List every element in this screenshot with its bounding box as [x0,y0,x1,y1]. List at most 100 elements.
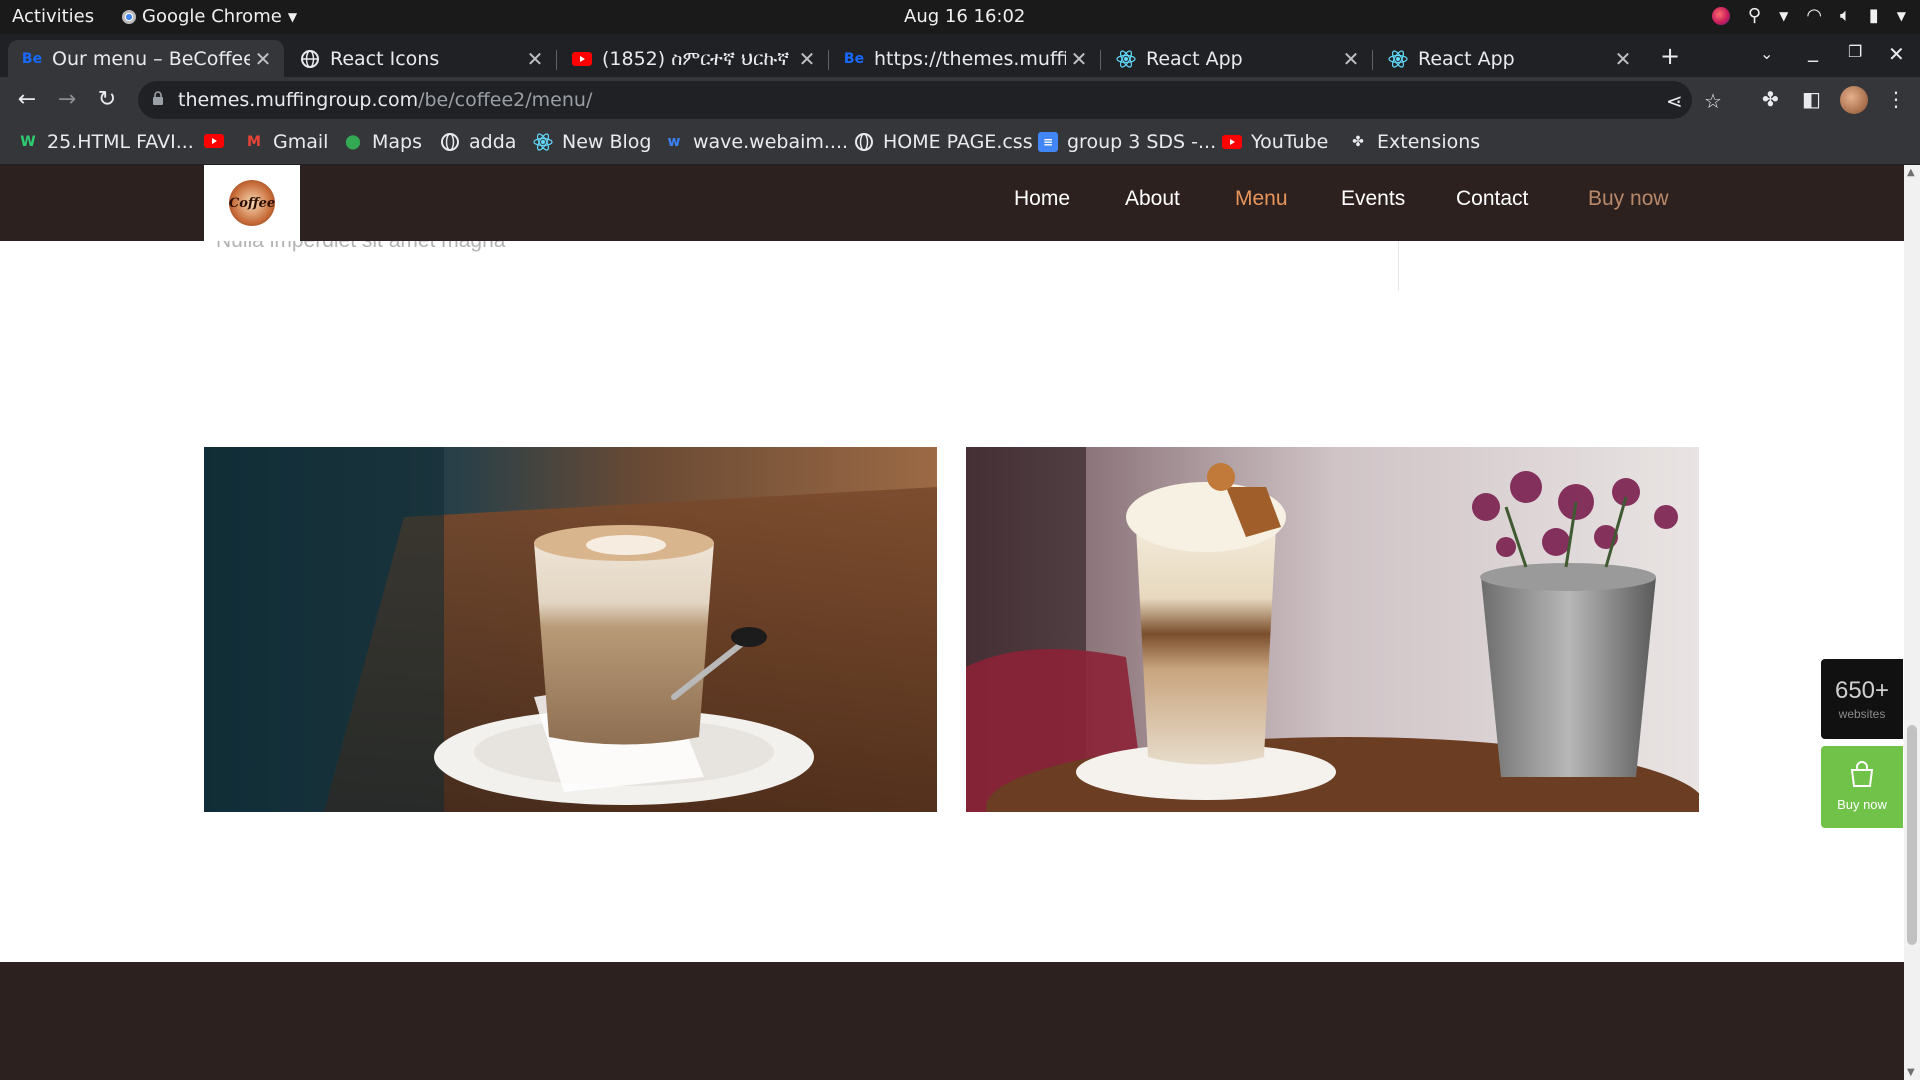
chrome-icon [122,9,136,24]
bookmark-adda[interactable]: adda [440,131,516,153]
youtube-icon [572,49,592,69]
bookmark-wave-webaim[interactable]: w wave.webaim.... [664,131,849,153]
nav-contact[interactable]: Contact [1456,187,1528,211]
tab-title: React Icons [330,47,440,70]
bookmark-label: adda [469,131,517,153]
tab-separator [1372,50,1373,70]
close-icon[interactable]: ✕ [1338,47,1364,71]
battery-icon: ▮ [1868,5,1879,26]
activities-button[interactable]: Activities [12,6,94,27]
footer-band [0,962,1904,1080]
bookmarks-bar: W 25.HTML FAVI... M Gmail ⬤ Maps adda New B… [0,123,1920,165]
forward-button[interactable]: → [52,85,82,115]
nav-about[interactable]: About [1125,187,1180,211]
tab-search-chevron-icon[interactable]: ⌄ [1760,44,1773,63]
site-header: Coffee Home About Menu Events Contact Bu… [0,165,1904,241]
websites-count-badge[interactable]: 650+ websites [1821,659,1903,739]
tab-youtube[interactable]: (1852) ስምርተኛ ህርኩኛ ✕ [558,40,828,77]
side-buy-now-button[interactable]: Buy now [1821,746,1903,828]
close-icon[interactable]: ✕ [794,47,820,71]
bookmark-home-page-css[interactable]: HOME PAGE.css [854,131,1033,153]
bookmark-extensions[interactable]: ✤ Extensions [1348,131,1480,153]
shopping-bag-icon [1850,761,1874,787]
coffee-logo-badge: Coffee [229,180,275,226]
globe-icon [854,132,874,152]
profile-avatar[interactable] [1840,86,1868,114]
minimize-button[interactable]: _ [1808,38,1818,62]
bookmark-gmail[interactable]: M Gmail [244,131,328,153]
nav-menu[interactable]: Menu [1235,187,1288,211]
maps-icon: ⬤ [345,134,361,150]
bookmark-html-favi[interactable]: W 25.HTML FAVI... [18,131,194,153]
bookmark-group-3-sds[interactable]: ≡ group 3 SDS -... [1038,131,1216,153]
websites-count: 650+ [1834,677,1890,704]
youtube-icon [1222,132,1242,152]
page-scrollbar[interactable]: ▲ ▼ [1904,165,1920,1080]
nav-buy-now[interactable]: Buy now [1588,187,1669,211]
tab-title: React App [1418,47,1515,70]
url-path: /be/coffee2/menu/ [418,89,593,111]
globe-icon [440,132,460,152]
address-bar[interactable]: themes.muffingroup.com/be/coffee2/menu/ … [138,81,1722,119]
bookmark-label: HOME PAGE.css [883,131,1033,153]
nav-events[interactable]: Events [1341,187,1405,211]
side-panel-icon[interactable]: ◧ [1802,87,1821,111]
bookmark-youtube-shortcut[interactable] [204,131,224,151]
bookmark-label: group 3 SDS -... [1067,131,1217,153]
os-top-bar: Activities Google Chrome ▼ Aug 16 16:02 … [0,0,1920,34]
volume-icon: 🔈︎ [1840,5,1851,26]
close-window-button[interactable]: ✕ [1888,42,1905,66]
bookmark-label: YouTube [1251,131,1329,153]
scrollbar-thumb[interactable] [1907,725,1917,945]
share-icon[interactable]: ⋖ [1666,89,1683,113]
bookmark-label: Maps [372,131,422,153]
layered-coffee-photo [966,447,1699,812]
tab-react-icons[interactable]: React Icons ✕ [286,40,556,77]
accessibility-icon: ⚲ [1747,5,1762,26]
app-menu-label: Google Chrome [142,6,282,27]
tab-becoffee[interactable]: Be Our menu – BeCoffee ✕ [8,40,284,77]
wifi-icon: ◠ [1806,5,1823,26]
react-icon [533,132,553,152]
scroll-up-arrow-icon[interactable]: ▲ [1907,167,1915,178]
scroll-down-arrow-icon[interactable]: ▼ [1907,1067,1915,1078]
tab-separator [1100,50,1101,70]
new-tab-button[interactable]: + [1660,42,1680,70]
side-buy-label: Buy now [1837,797,1887,812]
bookmark-new-blog[interactable]: New Blog [533,131,651,153]
page-viewport: Coffee Home About Menu Events Contact Bu… [0,165,1904,1080]
close-icon[interactable]: ✕ [1610,47,1636,71]
websites-label: websites [1838,707,1886,721]
gmail-icon: M [247,134,261,150]
tab-title: Our menu – BeCoffee [52,47,250,70]
restore-button[interactable]: ❐ [1848,42,1862,61]
react-icon [1388,49,1408,69]
close-icon[interactable]: ✕ [1066,47,1092,71]
extensions-puzzle-icon[interactable]: ✤ [1762,87,1779,111]
reload-button[interactable]: ↻ [92,85,122,115]
tab-title: https://themes.muffin [874,47,1066,70]
tab-themes-muffin[interactable]: Be https://themes.muffin ✕ [830,40,1100,77]
back-button[interactable]: ← [12,85,42,115]
bookmark-maps[interactable]: ⬤ Maps [343,131,422,153]
bookmark-star-icon[interactable]: ☆ [1704,89,1722,113]
more-menu-icon[interactable]: ⋮ [1886,87,1906,111]
latte-photo [204,447,937,812]
bookmark-youtube[interactable]: YouTube [1222,131,1328,153]
column-divider [1398,241,1399,291]
tab-react-app-2[interactable]: React App ✕ [1374,40,1644,77]
chevron-down-icon: ▼ [1779,8,1789,23]
tab-separator [828,50,829,70]
close-icon[interactable]: ✕ [522,47,548,71]
globe-icon [300,49,320,69]
w-icon: W [20,134,36,150]
bookmark-label: Gmail [273,131,329,153]
tab-react-app-1[interactable]: React App ✕ [1102,40,1372,77]
bookmark-label: 25.HTML FAVI... [47,131,194,153]
nav-home[interactable]: Home [1014,187,1070,211]
site-logo[interactable]: Coffee [204,165,300,241]
clock[interactable]: Aug 16 16:02 [904,6,1025,27]
system-tray[interactable]: ⚲ ▼ ◠ 🔈︎ ▮ ▼ [1711,5,1906,26]
app-menu[interactable]: Google Chrome ▼ [122,6,297,27]
close-icon[interactable]: ✕ [250,47,276,71]
